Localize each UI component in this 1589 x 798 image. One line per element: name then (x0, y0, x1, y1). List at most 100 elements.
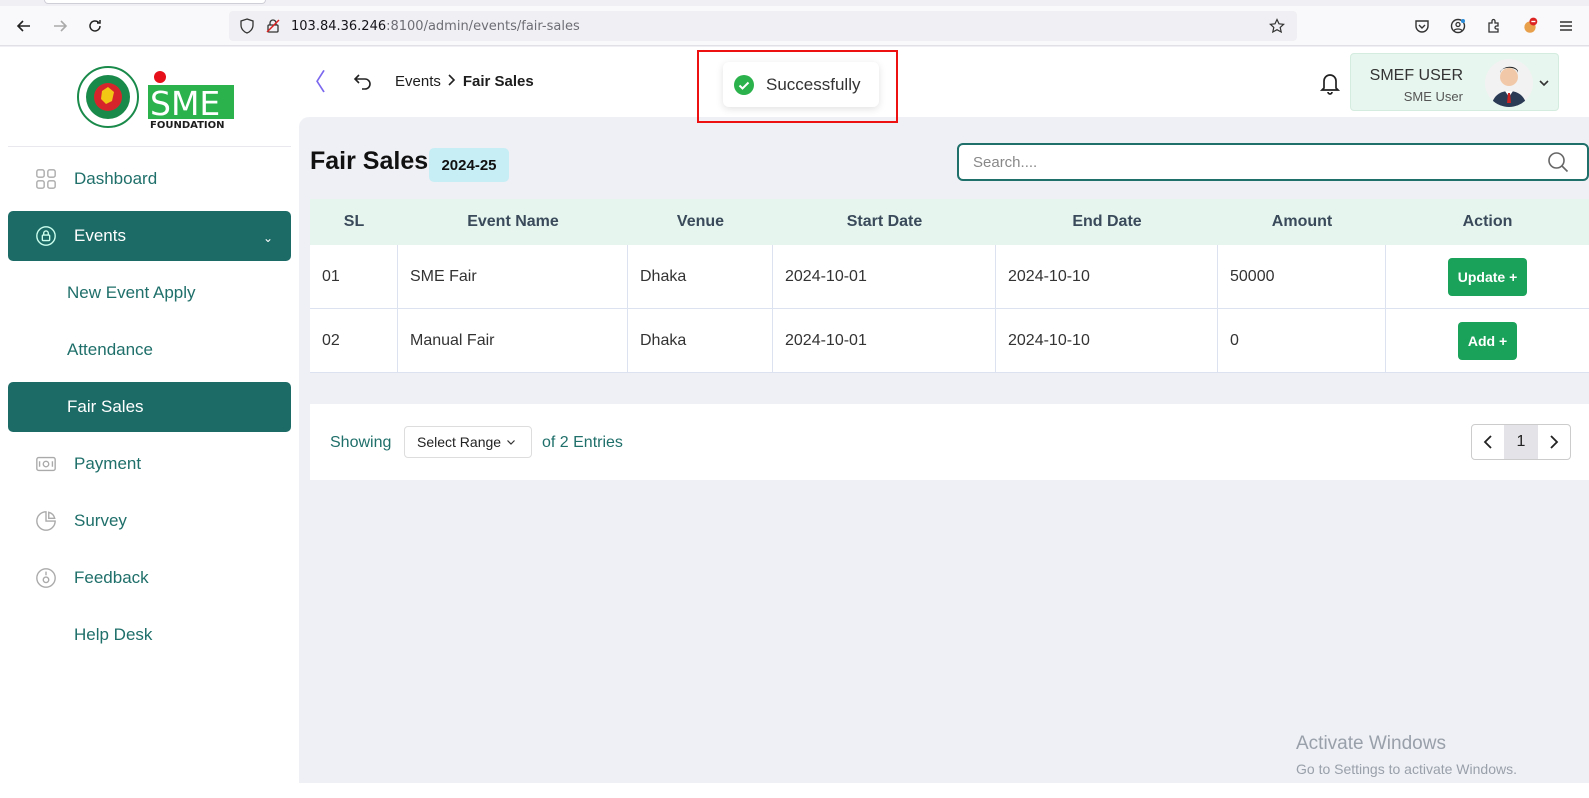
forward-arrow-icon[interactable] (48, 14, 72, 38)
sidebar-item-label: Help Desk (74, 625, 153, 644)
pagination: 1 (1471, 424, 1571, 460)
page-number-button[interactable]: 1 (1504, 425, 1538, 459)
windows-activation-watermark: Activate Windows Go to Settings to activ… (1296, 733, 1517, 777)
logo-sub-text: FOUNDATION (150, 120, 225, 129)
sidebar-item-events[interactable]: Events ⌄ (8, 211, 291, 261)
table-row: 02 Manual Fair Dhaka 2024-10-01 2024-10-… (310, 309, 1589, 373)
menu-hamburger-icon[interactable] (1555, 14, 1577, 38)
sme-foundation-logo[interactable]: SME FOUNDATION (76, 65, 236, 131)
sidebar-item-label: Feedback (74, 568, 149, 587)
check-circle-icon (734, 74, 754, 95)
sidebar-item-payment[interactable]: Payment (8, 439, 291, 489)
sidebar-collapse-icon[interactable]: 〈 (302, 71, 326, 95)
watermark-title: Activate Windows (1296, 733, 1446, 754)
sidebar-item-label: Survey (74, 511, 127, 530)
sidebar-item-help-desk[interactable]: Help Desk (8, 610, 291, 660)
cell-venue: Dhaka (628, 309, 773, 372)
next-page-button[interactable] (1538, 425, 1570, 459)
cell-amount: 0 (1218, 309, 1386, 372)
chevron-right-icon (1550, 435, 1559, 449)
sidebar-menu: Dashboard Events ⌄ New Event Apply Atten… (8, 154, 291, 667)
lock-circle-icon (34, 224, 58, 248)
update-button[interactable]: Update + (1447, 257, 1528, 296)
app-root: SME FOUNDATION Dashboard Events ⌄ New Ev… (0, 47, 1589, 798)
extensions-icon[interactable] (1483, 14, 1505, 38)
cell-action: Add + (1386, 309, 1589, 372)
sidebar-item-label: Events (74, 226, 126, 245)
column-header: Action (1462, 213, 1513, 230)
user-menu[interactable]: SMEF USER SME User (1350, 53, 1559, 111)
shield-icon (239, 18, 255, 34)
pie-icon (34, 509, 58, 533)
table-row: 01 SME Fair Dhaka 2024-10-01 2024-10-10 … (310, 245, 1589, 309)
sidebar-item-dashboard[interactable]: Dashboard (8, 154, 291, 204)
sidebar-item-label: Dashboard (74, 169, 158, 188)
sidebar-item-label: New Event Apply (67, 283, 196, 302)
search-input[interactable] (959, 145, 1519, 179)
sidebar-item-new-event-apply[interactable]: New Event Apply (8, 268, 291, 318)
year-badge: 2024-25 (429, 148, 509, 182)
column-header: Start Date (846, 213, 923, 230)
cell-event-name: SME Fair (398, 245, 628, 308)
cell-end-date: 2024-10-10 (996, 245, 1218, 308)
toast-message: Successfully (766, 74, 861, 94)
column-header: SL (343, 213, 365, 230)
sidebar-divider (8, 146, 291, 147)
cell-venue: Dhaka (628, 245, 773, 308)
fair-sales-table: SL Event Name Venue Start Date End Date … (310, 199, 1589, 373)
search-icon[interactable] (1547, 151, 1569, 173)
chevron-down-icon (507, 440, 515, 445)
entries-count: of 2 Entries (542, 434, 623, 451)
reload-icon[interactable] (83, 14, 107, 38)
undo-back-icon[interactable] (352, 71, 374, 91)
active-tab[interactable] (44, 0, 266, 4)
avatar (1485, 59, 1533, 107)
success-toast: Successfully (723, 62, 879, 107)
browser-toolbar: 103.84.36.246:8100/admin/events/fair-sal… (0, 6, 1589, 46)
back-arrow-icon[interactable] (12, 14, 36, 38)
column-header: Event Name (467, 213, 559, 230)
breadcrumb: Events Fair Sales (395, 73, 534, 90)
cell-end-date: 2024-10-10 (996, 309, 1218, 372)
sidebar-item-survey[interactable]: Survey (8, 496, 291, 546)
sidebar-item-feedback[interactable]: Feedback (8, 553, 291, 603)
range-select-value: Select Range (417, 434, 502, 450)
cell-sl: 02 (310, 309, 398, 372)
sidebar-item-attendance[interactable]: Attendance (8, 325, 291, 375)
sidebar-item-label: Payment (74, 454, 142, 473)
sidebar: SME FOUNDATION Dashboard Events ⌄ New Ev… (8, 47, 291, 783)
column-header: Amount (1271, 213, 1333, 230)
cell-amount: 50000 (1218, 245, 1386, 308)
showing-label: Showing (330, 434, 392, 451)
help-icon (34, 623, 58, 647)
pocket-icon[interactable] (1411, 14, 1433, 38)
account-icon[interactable] (1447, 14, 1469, 38)
table-header: SL Event Name Venue Start Date End Date … (310, 199, 1589, 245)
add-button[interactable]: Add + (1457, 321, 1518, 360)
chevron-left-icon (1483, 435, 1492, 449)
cell-event-name: Manual Fair (398, 309, 628, 372)
sidebar-item-fair-sales[interactable]: Fair Sales (8, 382, 291, 432)
url-text: 103.84.36.246:8100/admin/events/fair-sal… (291, 19, 580, 34)
feedback-icon (34, 566, 58, 590)
search-box (957, 143, 1589, 181)
logo-brand-text: SME (150, 84, 220, 123)
url-path: :8100/admin/events/fair-sales (386, 18, 580, 34)
user-name: SMEF USER (1369, 67, 1463, 84)
cell-start-date: 2024-10-01 (773, 245, 996, 308)
column-header: Venue (676, 213, 725, 230)
addon-icon[interactable] (1519, 14, 1541, 38)
grid-icon (34, 167, 58, 191)
breadcrumb-current: Fair Sales (462, 73, 534, 90)
prev-page-button[interactable] (1472, 425, 1504, 459)
insecure-lock-icon[interactable] (265, 18, 281, 34)
range-select[interactable]: Select Range (404, 426, 532, 458)
cell-action: Update + (1386, 245, 1589, 308)
bookmark-star-icon[interactable] (1269, 18, 1285, 34)
cell-start-date: 2024-10-01 (773, 309, 996, 372)
breadcrumb-events[interactable]: Events (395, 73, 441, 90)
url-bar[interactable]: 103.84.36.246:8100/admin/events/fair-sal… (229, 11, 1297, 41)
user-role: SME User (1403, 89, 1463, 104)
cell-sl: 01 (310, 245, 398, 308)
bell-icon[interactable] (1319, 71, 1341, 95)
